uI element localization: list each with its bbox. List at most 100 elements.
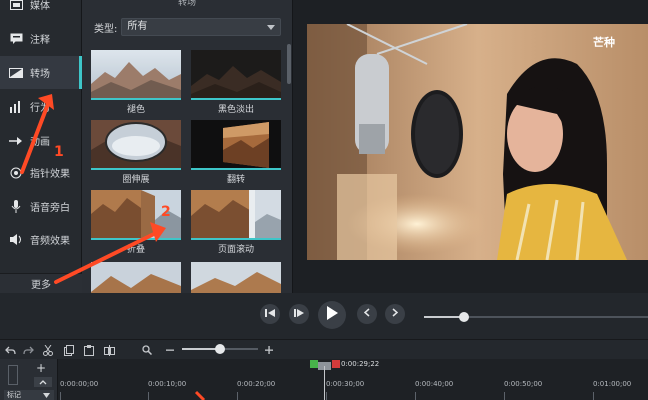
ruler-tick (60, 392, 61, 400)
ruler-tick-label: 0:00:40;00 (415, 380, 454, 388)
play-button[interactable] (318, 301, 346, 329)
transition-tile-partial[interactable] (191, 262, 281, 293)
transition-tile-partial[interactable] (91, 262, 181, 293)
rewind-icon (265, 308, 275, 320)
type-dropdown-value: 所有 (127, 21, 148, 32)
more-button[interactable]: 更多 (0, 273, 82, 293)
transition-label: 折叠 (126, 245, 145, 255)
playhead-time: 0:00:29;22 (341, 360, 380, 368)
sidebar-item-transitions[interactable]: 转场 (0, 56, 82, 89)
ruler-tick (237, 392, 238, 400)
ruler-tick-label: 0:00:10;00 (148, 380, 187, 388)
out-point-marker[interactable] (332, 360, 340, 368)
scrub-slider-knob[interactable] (459, 312, 469, 322)
sidebar-item-label: 媒体 (30, 1, 50, 12)
next-frame-button[interactable] (385, 304, 405, 324)
ruler-tick-label: 0:01:00;00 (593, 380, 632, 388)
microphone-icon (8, 200, 24, 213)
sidebar-item-media[interactable]: 媒体 (0, 0, 82, 21)
transition-label: 页面滚动 (217, 245, 254, 255)
sidebar-item-label: 转场 (30, 69, 50, 80)
zoom-out-icon[interactable] (163, 343, 177, 357)
audio-effect-icon (8, 234, 24, 246)
undo-icon[interactable] (3, 343, 17, 357)
split-icon[interactable] (102, 343, 116, 357)
transition-label: 褪色 (126, 105, 145, 115)
transition-icon (8, 67, 24, 79)
zoom-search-icon[interactable] (140, 343, 154, 357)
track-lock-icon[interactable] (8, 365, 18, 385)
annotation-icon (8, 33, 24, 45)
chevron-down-icon (267, 25, 276, 30)
transition-label: 翻转 (226, 175, 245, 185)
transition-label: 圈伸展 (122, 175, 150, 185)
transition-tile-fade[interactable]: 褪色 (91, 50, 181, 116)
transition-thumbnail (191, 262, 281, 293)
sidebar-item-audio-effects[interactable]: 音频效果 (0, 223, 82, 256)
type-filter-row: 类型: 所有 (82, 14, 292, 40)
cursor-effect-icon (8, 167, 24, 179)
scrub-slider-fill (424, 316, 464, 318)
panel-title: 转场 (177, 0, 196, 8)
redo-icon[interactable] (21, 343, 35, 357)
marker-track-label[interactable]: 标记 (4, 390, 54, 400)
video-watermark: 芒种 (593, 36, 615, 49)
transition-thumbnail (191, 190, 281, 240)
marker-label-text: 标记 (7, 391, 21, 399)
sidebar-item-label: 语音旁白 (30, 203, 70, 214)
sidebar-item-label: 指针效果 (30, 169, 70, 180)
video-preview[interactable]: 芒种 (307, 24, 648, 260)
type-label: 类型: (94, 23, 118, 35)
sidebar-item-label: 动画 (30, 137, 50, 148)
type-dropdown[interactable]: 所有 (121, 18, 282, 36)
transition-thumbnail (191, 50, 281, 100)
animation-icon (8, 135, 24, 147)
transition-tile-page-roll[interactable]: 页面滚动 (191, 190, 281, 256)
sidebar-item-label: 音频效果 (30, 236, 70, 247)
ruler-tick (593, 392, 594, 400)
transition-tile-circle-stretch[interactable]: 圈伸展 (91, 120, 181, 186)
ruler-tick (415, 392, 416, 400)
step-back-button[interactable] (289, 304, 309, 324)
timeline-toolbar (0, 339, 648, 359)
collapse-button[interactable] (34, 377, 52, 387)
media-icon (8, 0, 24, 11)
cut-icon[interactable] (41, 343, 55, 357)
transition-tile-fade-black[interactable]: 黑色淡出 (191, 50, 281, 116)
transition-tile-fold[interactable]: 折叠 (91, 190, 181, 256)
previous-frame-button[interactable] (357, 304, 377, 324)
add-track-icon[interactable]: + (36, 361, 46, 375)
sidebar-item-label: 注释 (30, 35, 50, 46)
sidebar-item-annotation[interactable]: 注释 (0, 22, 82, 55)
sidebar-item-animations[interactable]: 动画 (0, 124, 82, 157)
transition-thumbnail (91, 262, 181, 293)
zoom-slider-knob[interactable] (215, 344, 225, 354)
transition-thumbnail (91, 120, 181, 170)
chevron-left-icon (363, 308, 370, 320)
paste-icon[interactable] (82, 343, 96, 357)
transitions-panel: 转场 类型: 所有 褪色 黑色淡出 圈伸展 翻转 折叠 页面滚动 (82, 0, 292, 293)
preview-area: 芒种 (292, 0, 648, 293)
copy-icon[interactable] (62, 343, 76, 357)
ruler-tick-label: 0:00:50;00 (504, 380, 543, 388)
ruler-tick-label: 0:00:00;00 (60, 380, 99, 388)
rewind-button[interactable] (260, 304, 280, 324)
zoom-in-icon[interactable] (262, 343, 276, 357)
ruler-tick-label: 0:00:30;00 (326, 380, 365, 388)
camtasia-editor: 媒体 注释 转场 行为 动画 指针效果 语音旁白 音频效果 更多 转场 类型: … (0, 0, 648, 400)
ruler-tick (148, 392, 149, 400)
sidebar-item-voice-narration[interactable]: 语音旁白 (0, 190, 82, 223)
annotation-number-1: 1 (54, 144, 64, 160)
sidebar-item-cursor-effects[interactable]: 指针效果 (0, 156, 82, 189)
ruler-tick (326, 392, 327, 400)
transition-tile-flip[interactable]: 翻转 (191, 120, 281, 186)
left-sidebar: 媒体 注释 转场 行为 动画 指针效果 语音旁白 音频效果 更多 (0, 0, 82, 293)
sidebar-item-behaviors[interactable]: 行为 (0, 90, 82, 123)
ruler-tick-label: 0:00:20;00 (237, 380, 276, 388)
playhead-line (324, 366, 325, 400)
chevron-down-icon (43, 393, 50, 398)
panel-scrollbar-thumb[interactable] (287, 44, 291, 84)
ruler-tick (504, 392, 505, 400)
in-point-marker[interactable] (310, 360, 318, 368)
sidebar-item-label: 行为 (30, 103, 50, 114)
